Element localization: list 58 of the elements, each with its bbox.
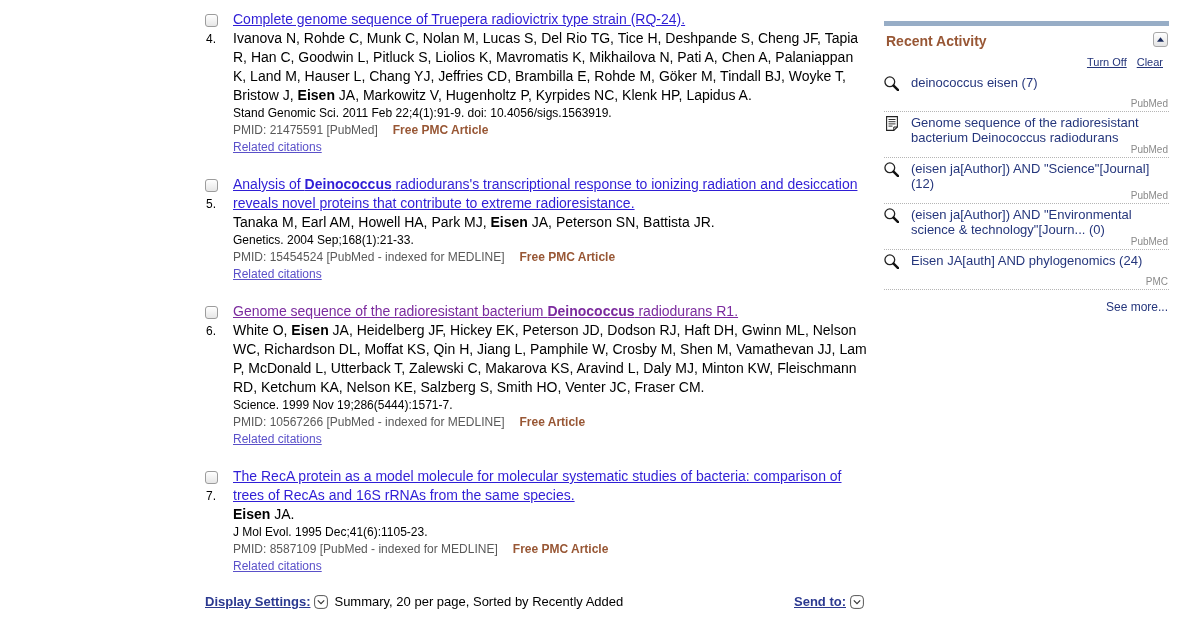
search-icon — [884, 254, 899, 269]
select-checkbox[interactable] — [205, 306, 218, 319]
display-settings-link[interactable]: Display Settings: — [205, 594, 311, 610]
related-citations-link[interactable]: Related citations — [233, 558, 322, 574]
triangle-up-icon — [1157, 37, 1164, 42]
panel-link[interactable]: Clear — [1136, 55, 1163, 69]
select-checkbox[interactable] — [205, 179, 218, 192]
author-list: Ivanova N, Rohde C, Munk C, Nolan M, Lucas S, Del Rio TG, Tice H, Deshpande S, Cheng JF, Tapia R, Han C, Goodwin L, Pitluck S, Liolios K, Mavromatis K, Mikhailova N, Pati A, Chen A, Palaniappan K, Land M, Hauser L, Chang YJ, Jeffries CD, Brambilla E, Rohde M, Göker M, Tindall BJ, Woyke T, Bristow J, Eisen JA, Markowitz V, Hugenholtz P, Kyrpides NC, Klenk HP, Lapidus A. — [233, 29, 869, 105]
database-label: PubMed — [1130, 145, 1168, 157]
journal-citation: Science. 1999 Nov 19;286(5444):1571-7. — [233, 397, 453, 414]
related-citations-link[interactable]: Related citations — [233, 266, 322, 282]
pmid-text: PMID: 21475591 [PubMed] — [233, 122, 378, 139]
collapse-button[interactable] — [1153, 32, 1168, 47]
send-to-link[interactable]: Send to: — [794, 594, 846, 610]
recent-activity-link[interactable]: Genome sequence of the radioresistant bacterium Deinococcus radiodurans — [911, 115, 1169, 145]
database-label: PubMed — [1130, 99, 1168, 111]
recent-activity-link[interactable]: Eisen JA[auth] AND phylogenomics (24) — [911, 253, 1143, 268]
related-citations-link[interactable]: Related citations — [233, 139, 322, 155]
panel-link[interactable]: Turn Off — [1086, 55, 1127, 69]
database-label: PubMed — [1130, 237, 1168, 249]
search-icon — [884, 162, 899, 177]
author-list: White O, Eisen JA, Heidelberg JF, Hickey EK, Peterson JD, Dodson RJ, Haft DH, Gwinn ML, Nelson WC, Richardson DL, Moffat KS, Qin H, Jiang L, Pamphile W, Crosby M, Shen M, Vamathevan JJ, Lam P, McDonald L, Utterback T, Zalewski C, Makarova KS, Aravind L, Daly MJ, Minton KW, Fleischmann RD, Ketchum KA, Nelson KE, Salzberg S, Smith HO, Venter JC, Fraser CM. — [233, 321, 869, 397]
result-title-link[interactable]: Analysis of Deinococcus radiodurans's transcriptional response to ionizing radiation and desiccation reveals novel proteins that contribute to extreme radioresistance. — [233, 175, 869, 213]
result-number: 6. — [206, 323, 216, 340]
search-icon — [884, 208, 899, 223]
recent-activity-link[interactable]: (eisen ja[Author]) AND "Science"[Journal] (12) — [911, 161, 1169, 191]
pmid-text: PMID: 10567266 [PubMed - indexed for MEDLINE] — [233, 414, 505, 431]
result-title-link[interactable]: Complete genome sequence of Truepera radiovictrix type strain (RQ-24). — [233, 10, 686, 29]
author-list: Tanaka M, Earl AM, Howell HA, Park MJ, Eisen JA, Peterson SN, Battista JR. — [233, 213, 869, 232]
pmid-text: PMID: 8587109 [PubMed - indexed for MEDLINE] — [233, 541, 498, 558]
search-icon — [884, 76, 899, 91]
free-article-link[interactable]: Free PMC Article — [392, 122, 489, 139]
free-article-link[interactable]: Free PMC Article — [512, 541, 609, 558]
database-label: PMC — [1145, 277, 1168, 289]
see-more-link[interactable]: See more... — [1105, 299, 1168, 315]
display-settings-summary: Summary, 20 per page, Sorted by Recently Added — [334, 594, 624, 610]
select-checkbox[interactable] — [205, 471, 218, 484]
result-title-link[interactable]: The RecA protein as a model molecule for molecular systematic studies of bacteria: comparison of trees of RecAs and 16S rRNAs from the same species. — [233, 467, 869, 505]
document-icon — [886, 116, 898, 131]
author-list: Eisen JA. — [233, 505, 869, 524]
journal-citation: J Mol Evol. 1995 Dec;41(6):1105-23. — [233, 524, 428, 541]
result-title-link[interactable]: Genome sequence of the radioresistant bacterium Deinococcus radiodurans R1. — [233, 302, 739, 321]
result-number: 7. — [206, 488, 216, 505]
result-number: 4. — [206, 31, 216, 48]
free-article-link[interactable]: Free PMC Article — [519, 249, 616, 266]
journal-citation: Genetics. 2004 Sep;168(1):21-33. — [233, 232, 414, 249]
recent-activity-link[interactable]: (eisen ja[Author]) AND "Environmental science & technology"[Journ... (0) — [911, 207, 1169, 237]
recent-activity-link[interactable]: deinococcus eisen (7) — [911, 75, 1038, 90]
select-checkbox[interactable] — [205, 14, 218, 27]
pmid-text: PMID: 15454524 [PubMed - indexed for MEDLINE] — [233, 249, 505, 266]
database-label: PubMed — [1130, 191, 1168, 203]
result-number: 5. — [206, 196, 216, 213]
journal-citation: Stand Genomic Sci. 2011 Feb 22;4(1):91-9. doi: 10.4056/sigs.1563919. — [233, 105, 612, 122]
dropdown-chevron-icon[interactable] — [850, 595, 864, 609]
free-article-link[interactable]: Free Article — [519, 414, 586, 431]
dropdown-chevron-icon[interactable] — [314, 595, 329, 609]
panel-title: Recent Activity — [886, 32, 987, 50]
related-citations-link[interactable]: Related citations — [233, 431, 322, 447]
